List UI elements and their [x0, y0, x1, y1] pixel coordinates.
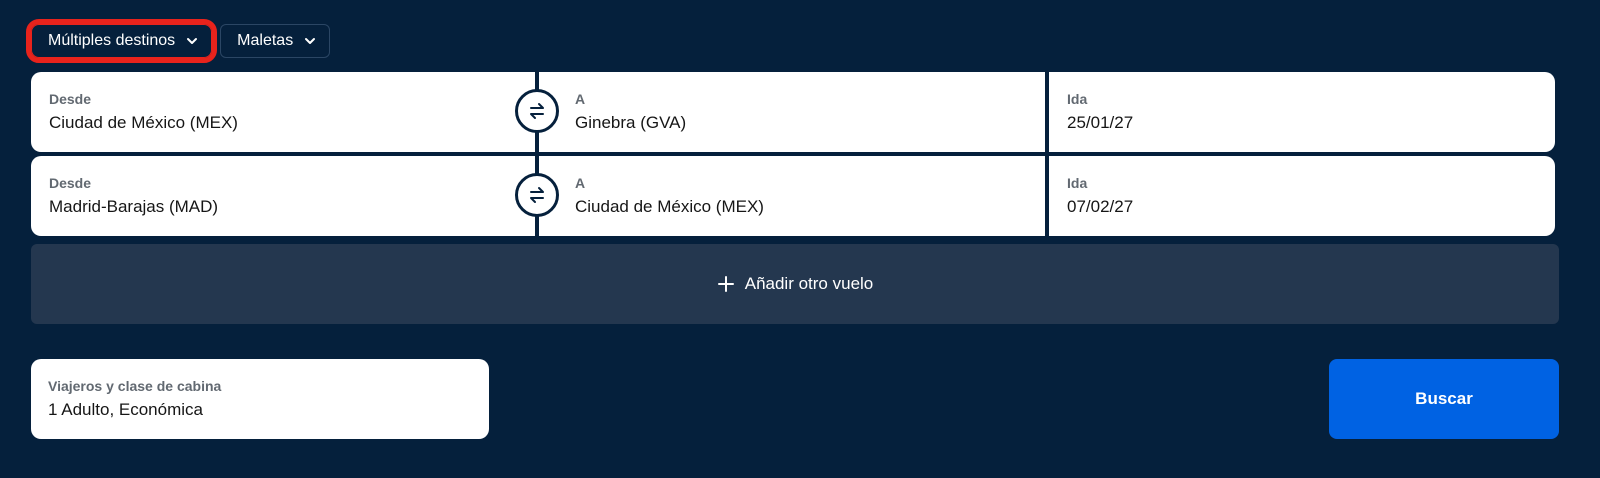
origin-label: Desde: [49, 91, 92, 107]
destination-field[interactable]: A Ciudad de México (MEX): [539, 156, 1045, 236]
swap-button[interactable]: [515, 89, 559, 133]
flight-leg-2: Desde Madrid-Barajas (MAD) A Ciudad de M…: [31, 156, 1555, 236]
departure-date-field[interactable]: Ida 07/02/27: [1049, 156, 1555, 236]
travelers-value: 1 Adulto, Económica: [48, 400, 203, 419]
destination-value: Ciudad de México (MEX): [575, 197, 764, 216]
swap-icon: [530, 103, 544, 119]
departure-date-value: 25/01/27: [1067, 113, 1134, 132]
origin-field[interactable]: Desde Ciudad de México (MEX): [31, 72, 535, 152]
plus-icon: [717, 276, 734, 292]
chevron-down-icon: [305, 38, 316, 44]
origin-field[interactable]: Desde Madrid-Barajas (MAD): [31, 156, 535, 236]
destination-label: A: [575, 91, 586, 107]
flight-leg-1: Desde Ciudad de México (MEX) A Ginebra (…: [31, 72, 1555, 152]
trip-type-dropdown[interactable]: Múltiples destinos: [25, 19, 218, 63]
destination-value: Ginebra (GVA): [575, 113, 687, 132]
chevron-down-icon: [187, 38, 198, 44]
departure-date-value: 07/02/27: [1067, 197, 1134, 216]
swap-icon: [530, 187, 544, 203]
top-controls: Múltiples destinos Maletas: [25, 19, 331, 63]
destination-label: A: [575, 175, 586, 191]
travelers-label: Viajeros y clase de cabina: [48, 378, 222, 394]
origin-value: Ciudad de México (MEX): [49, 113, 238, 132]
bags-label: Maletas: [237, 32, 294, 49]
departure-date-field[interactable]: Ida 25/01/27: [1049, 72, 1555, 152]
bags-dropdown[interactable]: Maletas: [220, 24, 331, 58]
origin-value: Madrid-Barajas (MAD): [49, 197, 219, 216]
trip-type-label: Múltiples destinos: [48, 32, 176, 49]
search-label: Buscar: [1415, 389, 1473, 408]
origin-label: Desde: [49, 175, 92, 191]
destination-field[interactable]: A Ginebra (GVA): [539, 72, 1045, 152]
search-button[interactable]: Buscar: [1329, 359, 1559, 439]
travelers-cabin-field[interactable]: Viajeros y clase de cabina 1 Adulto, Eco…: [31, 359, 489, 439]
add-flight-label: Añadir otro vuelo: [744, 274, 874, 293]
swap-button[interactable]: [515, 173, 559, 217]
departure-date-label: Ida: [1067, 91, 1088, 107]
add-flight-button[interactable]: Añadir otro vuelo: [31, 244, 1559, 324]
departure-date-label: Ida: [1067, 175, 1088, 191]
